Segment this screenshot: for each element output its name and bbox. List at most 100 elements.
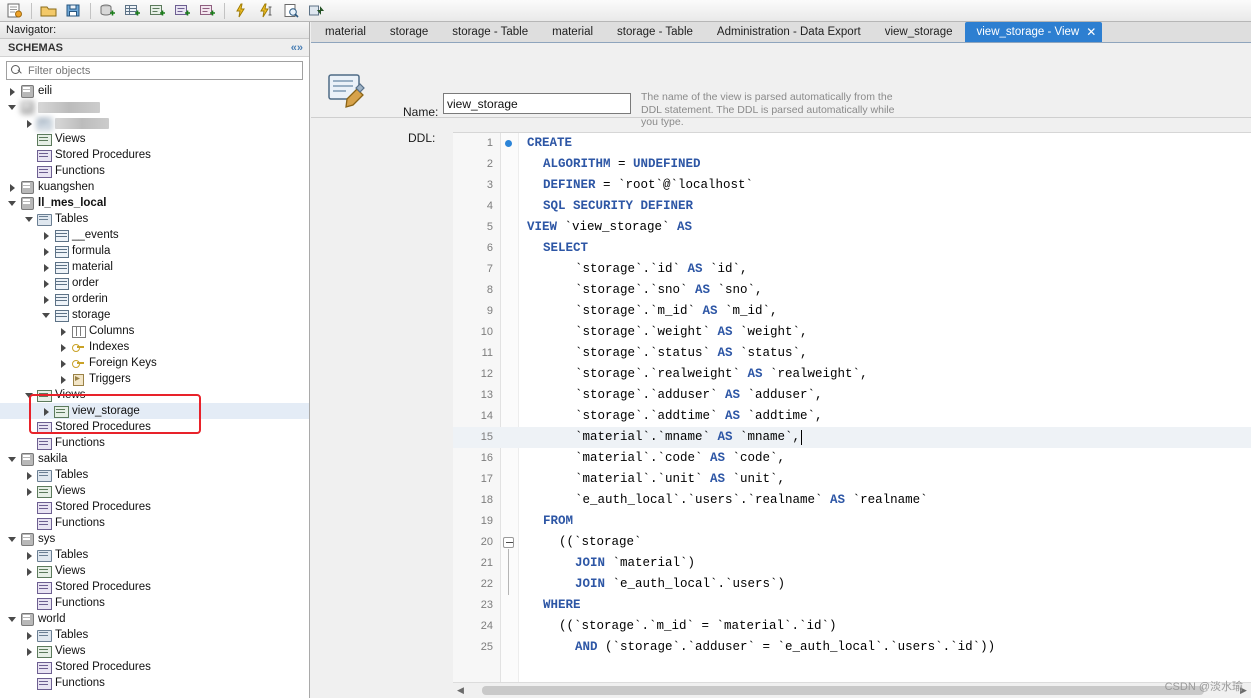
tree-item-tables[interactable]: Tables <box>0 627 309 643</box>
tab-5[interactable]: Administration - Data Export <box>704 22 873 42</box>
tree-item-stored-procedures[interactable]: Stored Procedures <box>0 659 309 675</box>
tree-item-formula[interactable]: formula <box>0 243 309 259</box>
close-icon[interactable]: ✕ <box>1086 26 1096 38</box>
chevron-right-icon[interactable] <box>23 627 36 643</box>
chevron-right-icon[interactable] <box>40 259 53 275</box>
code-line-21[interactable]: 21 JOIN `material`) <box>453 553 1251 574</box>
horizontal-scrollbar[interactable]: ◀ ▶ <box>453 682 1251 698</box>
tree-item-ll-mes-local[interactable]: ll_mes_local <box>0 195 309 211</box>
chevron-right-icon[interactable] <box>57 371 70 387</box>
tree-item-order[interactable]: order <box>0 275 309 291</box>
code-line-11[interactable]: 11 `storage`.`status` AS `status`, <box>453 343 1251 364</box>
code-line-22[interactable]: 22 JOIN `e_auth_local`.`users`) <box>453 574 1251 595</box>
chevron-right-icon[interactable] <box>57 323 70 339</box>
code-line-7[interactable]: 7 `storage`.`id` AS `id`, <box>453 259 1251 280</box>
chevron-down-icon[interactable] <box>23 211 36 227</box>
tree-item-views[interactable]: Views <box>0 643 309 659</box>
tree-item-view-storage[interactable]: view_storage <box>0 403 309 419</box>
code-line-9[interactable]: 9 `storage`.`m_id` AS `m_id`, <box>453 301 1251 322</box>
tab-3[interactable]: material <box>540 22 606 42</box>
tree-item-world[interactable]: world <box>0 611 309 627</box>
chevron-right-icon[interactable] <box>6 179 19 195</box>
tab-4[interactable]: storage - Table <box>605 22 705 42</box>
tree-item-views[interactable]: Views <box>0 131 309 147</box>
filter-objects-box[interactable] <box>6 61 303 80</box>
commit-icon[interactable] <box>304 1 328 21</box>
tree-item-functions[interactable]: Functions <box>0 163 309 179</box>
tree-item-functions[interactable]: Functions <box>0 595 309 611</box>
new-schema-icon[interactable] <box>95 1 119 21</box>
tree-item-stored-procedures[interactable]: Stored Procedures <box>0 147 309 163</box>
open-sql-script-icon[interactable] <box>36 1 60 21</box>
chevron-right-icon[interactable] <box>6 83 19 99</box>
explain-query-icon[interactable] <box>279 1 303 21</box>
tree-item-kuangshen[interactable]: kuangshen <box>0 179 309 195</box>
tree-item-views[interactable]: Views <box>0 483 309 499</box>
tab-2[interactable]: storage - Table <box>440 22 541 42</box>
chevron-down-icon[interactable] <box>6 99 19 115</box>
chevron-down-icon[interactable] <box>6 451 19 467</box>
tree-item-indexes[interactable]: Indexes <box>0 339 309 355</box>
chevron-right-icon[interactable] <box>23 643 36 659</box>
code-line-20[interactable]: 20 ((`storage` <box>453 532 1251 553</box>
tree-item-sakila[interactable]: sakila <box>0 451 309 467</box>
tree-item-functions[interactable]: Functions <box>0 435 309 451</box>
execute-current-statement-icon[interactable] <box>254 1 278 21</box>
code-line-19[interactable]: 19 FROM <box>453 511 1251 532</box>
chevron-down-icon[interactable] <box>23 387 36 403</box>
code-line-2[interactable]: 2 ALGORITHM = UNDEFINED <box>453 154 1251 175</box>
search-input[interactable] <box>26 62 302 79</box>
new-function-icon[interactable] <box>195 1 219 21</box>
code-line-25[interactable]: 25 AND (`storage`.`adduser` = `e_auth_loc… <box>453 637 1251 658</box>
tree-item-triggers[interactable]: Triggers <box>0 371 309 387</box>
tree-item-storage[interactable]: storage <box>0 307 309 323</box>
chevron-right-icon[interactable] <box>23 547 36 563</box>
save-script-icon[interactable] <box>61 1 85 21</box>
new-sql-tab-icon[interactable] <box>2 1 26 21</box>
chevron-right-icon[interactable] <box>40 243 53 259</box>
code-line-15[interactable]: 15 `material`.`mname` AS `mname`, <box>453 427 1251 448</box>
chevron-right-icon[interactable] <box>23 483 36 499</box>
code-line-23[interactable]: 23 WHERE <box>453 595 1251 616</box>
chevron-right-icon[interactable] <box>40 403 53 419</box>
chevron-right-icon[interactable] <box>23 467 36 483</box>
tree-item-stored-procedures[interactable]: Stored Procedures <box>0 419 309 435</box>
code-line-3[interactable]: 3 DEFINER = `root`@`localhost` <box>453 175 1251 196</box>
tree-item-eili[interactable]: eili <box>0 83 309 99</box>
tree-item-views[interactable]: Views <box>0 563 309 579</box>
tab-0[interactable]: material <box>313 22 378 42</box>
chevron-right-icon[interactable] <box>57 355 70 371</box>
tree-item-sys[interactable]: sys <box>0 531 309 547</box>
chevron-right-icon[interactable] <box>40 227 53 243</box>
chevron-right-icon[interactable] <box>40 275 53 291</box>
tab-7[interactable]: view_storage - View ✕ <box>964 22 1103 42</box>
code-line-16[interactable]: 16 `material`.`code` AS `code`, <box>453 448 1251 469</box>
new-table-icon[interactable] <box>120 1 144 21</box>
code-line-6[interactable]: 6 SELECT <box>453 238 1251 259</box>
tree-item-stored-procedures[interactable]: Stored Procedures <box>0 499 309 515</box>
code-line-13[interactable]: 13 `storage`.`adduser` AS `adduser`, <box>453 385 1251 406</box>
code-line-8[interactable]: 8 `storage`.`sno` AS `sno`, <box>453 280 1251 301</box>
code-lines[interactable]: 1 CREATE 2 ALGORITHM = UNDEFINED 3 DEFINER = … <box>453 133 1251 678</box>
code-line-18[interactable]: 18 `e_auth_local`.`users`.`realname` AS `… <box>453 490 1251 511</box>
code-line-4[interactable]: 4 SQL SECURITY DEFINER <box>453 196 1251 217</box>
chevron-down-icon[interactable] <box>6 611 19 627</box>
fold-collapse-icon[interactable] <box>503 537 514 548</box>
code-line-5[interactable]: 5 VIEW `view_storage` AS <box>453 217 1251 238</box>
tab-1[interactable]: storage <box>377 22 441 42</box>
tree-item--events[interactable]: __events <box>0 227 309 243</box>
tree-item-stored-procedures[interactable]: Stored Procedures <box>0 579 309 595</box>
tree-item-columns[interactable]: Columns <box>0 323 309 339</box>
view-name-input[interactable] <box>443 93 631 114</box>
tree-item-tables[interactable]: Tables <box>0 547 309 563</box>
tree-item-functions[interactable]: Functions <box>0 515 309 531</box>
tab-6[interactable]: view_storage <box>872 22 965 42</box>
chevron-down-icon[interactable] <box>6 195 19 211</box>
chevron-right-icon[interactable] <box>57 339 70 355</box>
chevron-down-icon[interactable] <box>40 307 53 323</box>
code-line-17[interactable]: 17 `material`.`unit` AS `unit`, <box>453 469 1251 490</box>
code-line-14[interactable]: 14 `storage`.`addtime` AS `addtime`, <box>453 406 1251 427</box>
tree-item-material[interactable]: material <box>0 259 309 275</box>
schemas-section-header[interactable]: SCHEMAS «» <box>0 39 309 57</box>
double-chevron-icon[interactable]: «» <box>291 42 303 54</box>
